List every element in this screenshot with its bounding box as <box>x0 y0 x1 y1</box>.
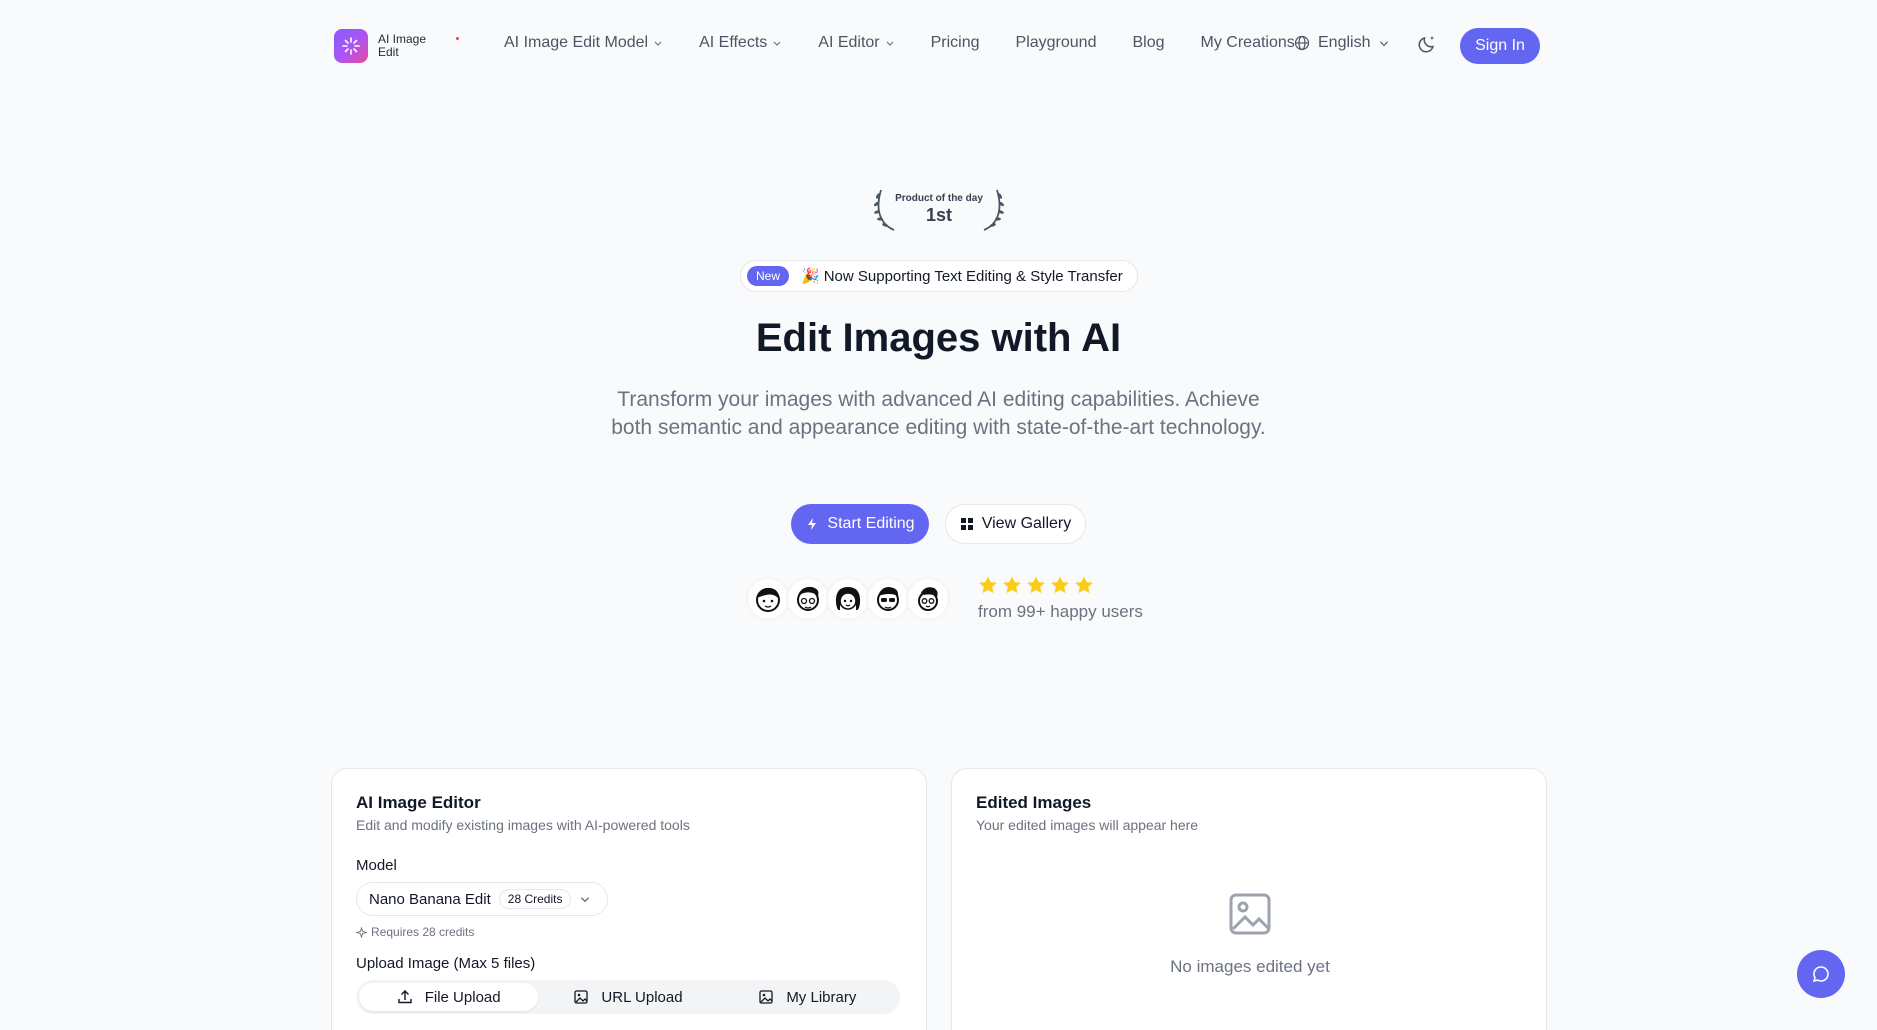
brand-logo[interactable]: AI Image Edit <box>334 29 459 63</box>
product-of-the-day-badge: Product of the day 1st <box>872 186 1006 232</box>
nav-item-my-creations[interactable]: My Creations <box>1201 34 1295 52</box>
language-label: English <box>1318 34 1371 51</box>
language-selector[interactable]: English <box>1294 34 1390 52</box>
dark-mode-moon-icon[interactable] <box>1416 33 1438 55</box>
announcement-banner[interactable]: New 🎉 Now Supporting Text Editing & Styl… <box>740 260 1138 292</box>
star-icon <box>1003 576 1021 593</box>
avatar <box>746 577 790 621</box>
results-description: Your edited images will appear here <box>976 817 1199 833</box>
page-title: Edit Images with AI <box>755 316 1122 360</box>
avatar <box>866 577 910 621</box>
image-icon <box>759 990 773 1004</box>
star-icon <box>1075 576 1093 593</box>
avatar <box>786 577 830 621</box>
rating-stars <box>978 575 1094 595</box>
model-label: Model <box>356 857 397 874</box>
chevron-down-icon <box>886 41 894 46</box>
notification-dot <box>456 37 459 40</box>
chevron-down-icon <box>773 41 781 46</box>
avatar <box>906 577 950 621</box>
image-placeholder-icon <box>1229 893 1271 935</box>
upload-tabs: File Upload URL Upload My Library <box>356 980 900 1014</box>
avatar <box>826 577 870 621</box>
editor-title: AI Image Editor <box>356 793 481 812</box>
hero-subtitle: Transform your images with advanced AI e… <box>611 388 1266 439</box>
sparkle-icon <box>356 926 367 938</box>
laurel-left-icon <box>874 189 895 231</box>
chat-bubble-icon <box>1812 966 1829 983</box>
tab-file-upload[interactable]: File Upload <box>359 983 539 1011</box>
nav-item-ai-effects[interactable]: AI Effects <box>699 34 782 52</box>
chevron-down-icon <box>654 41 662 46</box>
model-value: Nano Banana Edit <box>369 890 491 908</box>
announcement-text: Now Supporting Text Editing & Style Tran… <box>823 267 1123 285</box>
brand-name: AI Image Edit <box>378 32 427 59</box>
lightning-icon <box>808 518 817 530</box>
tab-url-upload[interactable]: URL Upload <box>538 983 717 1011</box>
nav-item-pricing[interactable]: Pricing <box>931 34 980 52</box>
credits-requirement: Requires 28 credits <box>356 925 474 939</box>
party-popper-icon: 🎉 <box>801 268 820 285</box>
chat-support-button[interactable] <box>1797 950 1845 998</box>
globe-icon <box>1294 35 1310 51</box>
nav-item-ai-editor[interactable]: AI Editor <box>818 34 894 52</box>
ai-image-editor-card: AI Image Editor Edit and modify existing… <box>331 768 927 1030</box>
chevron-down-icon <box>1380 41 1389 47</box>
star-icon <box>1051 576 1069 593</box>
badge-rank: 1st <box>925 204 952 225</box>
nav-links: AI Image Edit Model AI Effects AI Editor… <box>504 34 1331 52</box>
user-avatars <box>746 577 950 621</box>
new-badge: New <box>747 266 790 286</box>
grid-icon <box>960 518 973 530</box>
nav-item-blog[interactable]: Blog <box>1132 34 1164 52</box>
top-navigation: AI Image Edit AI Image Edit Model AI Eff… <box>0 0 1877 92</box>
nav-item-ai-image-edit-model[interactable]: AI Image Edit Model <box>504 34 663 52</box>
editor-description: Edit and modify existing images with AI-… <box>356 817 690 833</box>
badge-caption: Product of the day <box>895 192 983 204</box>
start-editing-button[interactable]: Start Editing <box>791 504 929 544</box>
image-icon <box>574 990 589 1004</box>
credits-badge: 28 Credits <box>498 889 572 909</box>
star-icon <box>979 576 997 593</box>
upload-label: Upload Image (Max 5 files) <box>356 955 536 972</box>
star-icon <box>1027 576 1045 593</box>
chevron-down-icon <box>581 897 590 903</box>
sign-in-button[interactable]: Sign In <box>1460 28 1540 64</box>
tab-my-library[interactable]: My Library <box>718 983 897 1011</box>
results-title: Edited Images <box>976 793 1092 812</box>
happy-users-text: from 99+ happy users <box>978 602 1143 621</box>
laurel-right-icon <box>983 189 1004 231</box>
nav-item-playground[interactable]: Playground <box>1016 34 1097 52</box>
edited-images-card: Edited Images Your edited images will ap… <box>951 768 1547 1030</box>
upload-icon <box>398 990 412 1004</box>
empty-state-text: No images edited yet <box>1170 957 1330 976</box>
model-select[interactable]: Nano Banana Edit 28 Credits <box>356 882 608 916</box>
view-gallery-button[interactable]: View Gallery <box>945 504 1086 544</box>
sparkle-logo-icon <box>334 29 368 63</box>
